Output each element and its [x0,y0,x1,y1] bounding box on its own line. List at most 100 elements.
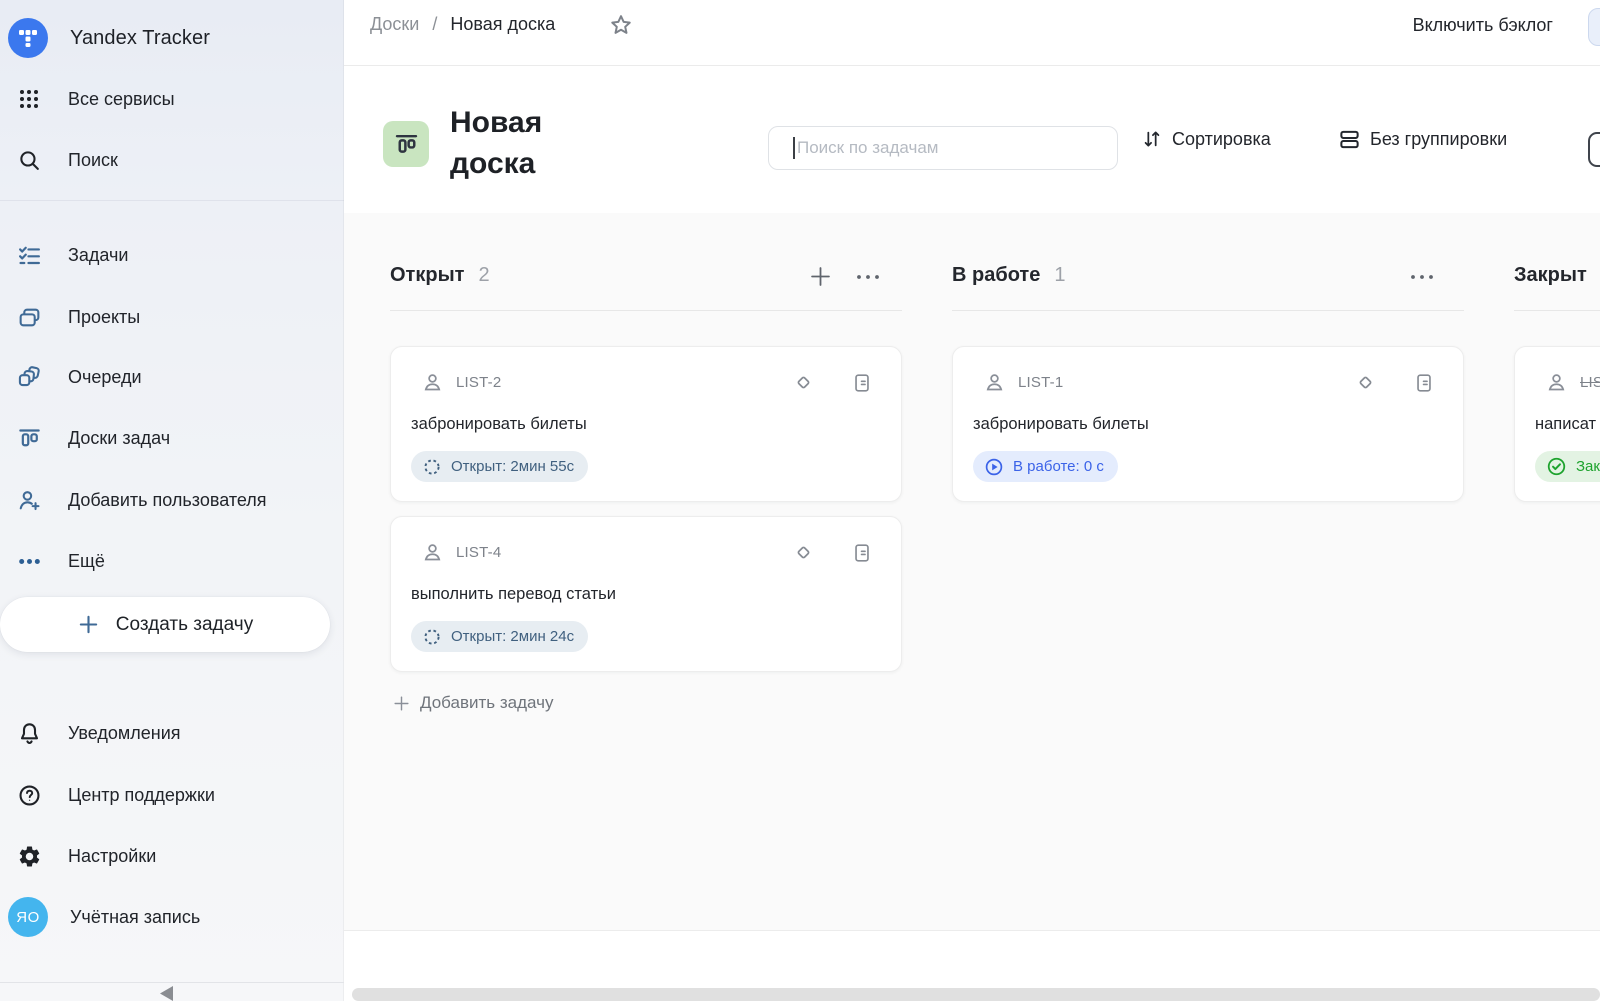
status-badge[interactable]: В работе: 0 с [973,451,1118,482]
sidebar-item-label: Центр поддержки [68,785,215,806]
sidebar-item-queues[interactable]: Очереди [0,355,344,399]
sidebar-item-notifications[interactable]: Уведомления [0,711,344,755]
status-in-progress-icon [984,457,1004,477]
column-divider [390,310,902,311]
task-title: забронировать билеты [973,415,1149,434]
more-dots-icon [16,548,42,574]
sidebar-footer-divider [0,982,344,983]
task-id: LIST-4 [456,544,501,561]
plus-icon [392,694,411,713]
sidebar-item-more[interactable]: Ещё [0,539,344,583]
description-icon [851,372,873,394]
search-box [768,126,1118,170]
status-closed-icon [1546,456,1567,477]
sidebar-item-all-services[interactable]: Все сервисы [0,77,344,121]
topbar: Доски / Новая доска Включить бэклог [344,0,1600,66]
text-caret [793,137,795,159]
status-badge[interactable]: Открыт: 2мин 55с [411,451,588,482]
column-header: Открыт 2 [390,264,490,287]
grouping-icon [1338,128,1361,151]
assignee-icon [421,371,444,394]
column-divider [1514,310,1600,311]
column-open: Открыт 2 [388,213,908,930]
sidebar-item-label: Настройки [68,846,156,867]
bell-icon [16,720,42,746]
column-name: Открыт [390,264,464,287]
plus-icon [77,613,100,636]
column-count: 2 [478,264,489,287]
horizontal-scrollbar[interactable] [352,988,1600,1001]
breadcrumb-current: Новая доска [450,14,555,35]
projects-icon [16,304,42,330]
help-icon [16,782,42,808]
sidebar-item-tasks[interactable]: Задачи [0,233,344,277]
board-area: Открыт 2 [344,213,1600,930]
sidebar-item-label: Поиск [68,150,118,171]
create-task-label: Создать задачу [116,614,253,636]
sidebar-item-label: Проекты [68,307,140,328]
sort-icon [1141,128,1163,150]
column-divider [952,310,1464,311]
search-icon [16,147,42,173]
sidebar-item-search[interactable]: Поиск [0,138,344,182]
task-title: забронировать билеты [411,415,587,434]
status-badge[interactable]: Закр [1535,451,1600,482]
status-open-icon [422,627,442,647]
sidebar-item-settings[interactable]: Настройки [0,834,344,878]
sidebar: Yandex Tracker Все сервисы Поиск [0,0,344,1001]
task-card[interactable]: LIST-4 [390,516,902,672]
column-menu-icon[interactable] [1408,267,1436,287]
edge-partial-toolbar-button[interactable] [1588,132,1600,167]
task-type-diamond-icon [792,541,815,564]
column-in-progress: В работе 1 LI [950,213,1470,930]
status-label: Закр [1576,458,1600,475]
task-type-diamond-icon [1354,371,1377,394]
status-label: Открыт: 2мин 55с [451,458,574,475]
sort-button[interactable]: Сортировка [1141,128,1271,150]
app-logo[interactable]: Yandex Tracker [8,18,210,58]
sidebar-item-boards[interactable]: Доски задач [0,416,344,460]
task-title: написат [1535,415,1596,434]
column-name: В работе [952,264,1040,287]
status-badge[interactable]: Открыт: 2мин 24с [411,621,588,652]
enable-backlog-button[interactable]: Включить бэклог [1413,15,1553,36]
bottom-divider [344,930,1600,931]
sidebar-item-label: Учётная запись [70,907,200,928]
assignee-icon [421,541,444,564]
grouping-button[interactable]: Без группировки [1338,128,1507,151]
task-id: LIST-2 [456,374,501,391]
task-card[interactable]: LIST-1 [952,346,1464,502]
description-icon [1413,372,1435,394]
task-card[interactable]: LIST-2 [390,346,902,502]
search-input[interactable] [768,126,1118,170]
breadcrumb-boards-link[interactable]: Доски [370,14,419,35]
column-count: 1 [1054,264,1065,287]
collapse-sidebar-button[interactable] [155,985,177,1001]
edge-partial-button[interactable] [1588,8,1600,46]
sidebar-divider [0,200,344,201]
task-id: LIST-1 [1018,374,1063,391]
task-card[interactable]: LIST- написат Закр [1514,346,1600,502]
assignee-icon [1545,371,1568,394]
queues-icon [16,364,42,390]
add-task-button[interactable]: Добавить задачу [392,693,553,713]
grid-icon [16,86,42,112]
add-task-label: Добавить задачу [420,693,553,713]
tasks-icon [16,242,42,268]
sidebar-item-support[interactable]: Центр поддержки [0,773,344,817]
user-plus-icon [16,487,42,513]
sidebar-item-label: Ещё [68,551,105,572]
sort-label: Сортировка [1172,129,1271,150]
column-menu-icon[interactable] [854,267,882,287]
sidebar-item-add-user[interactable]: Добавить пользователя [0,478,344,522]
status-label: Открыт: 2мин 24с [451,628,574,645]
sidebar-item-label: Задачи [68,245,128,266]
grouping-label: Без группировки [1370,129,1507,150]
app-title: Yandex Tracker [70,27,210,50]
sidebar-item-account[interactable]: ЯО Учётная запись [0,895,344,939]
description-icon [851,542,873,564]
create-task-button[interactable]: Создать задачу [0,597,330,652]
sidebar-item-projects[interactable]: Проекты [0,295,344,339]
column-add-icon[interactable] [806,263,834,291]
favorite-star-icon[interactable] [607,12,635,40]
